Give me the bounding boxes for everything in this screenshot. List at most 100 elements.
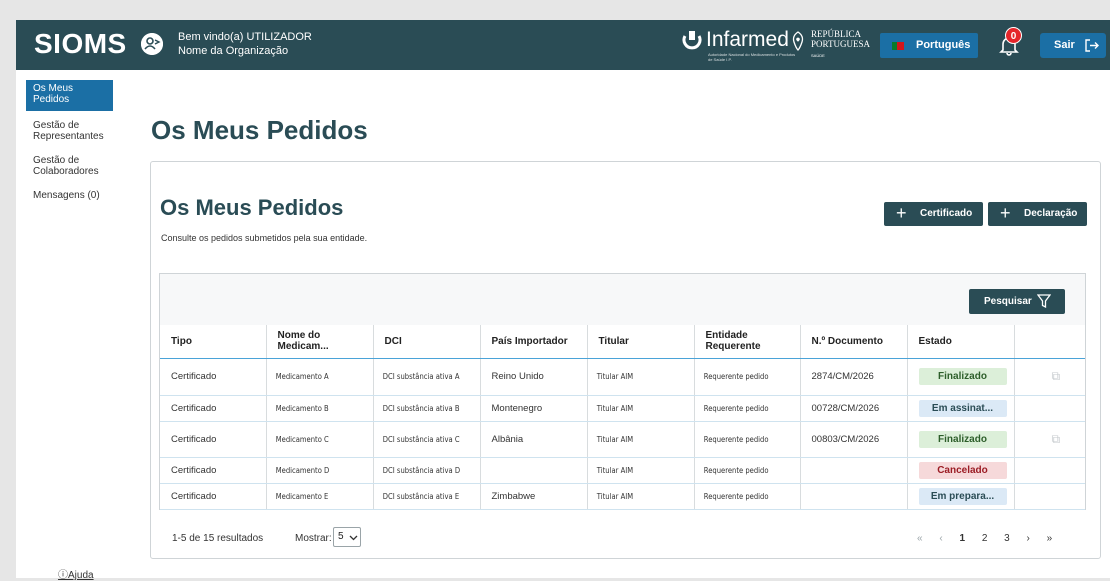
notification-count-badge: 0: [1005, 27, 1022, 44]
cell-tipo: Certificado: [160, 395, 267, 422]
status-badge: Finalizado: [918, 430, 1007, 448]
column-header-entidade[interactable]: Entidade Requerente: [694, 325, 801, 359]
cell-actions: [1014, 457, 1085, 484]
filter-icon: [1037, 294, 1051, 308]
cell-actions: [1014, 395, 1085, 422]
cell-nome: Medicamento C: [266, 421, 358, 458]
status-badge: Finalizado: [918, 368, 1007, 385]
cell-pais: Reino Unido: [480, 358, 588, 396]
language-selector[interactable]: Português: [880, 33, 978, 58]
sidebar-item-gestao-representantes[interactable]: Gestão de Representantes: [26, 117, 112, 145]
plus-icon: +: [896, 203, 907, 223]
language-label: Português: [916, 39, 971, 51]
cell-nome: Medicamento D: [266, 457, 358, 484]
copy-icon[interactable]: ⧉: [1026, 369, 1061, 383]
first-page-icon[interactable]: «: [917, 533, 923, 544]
sidebar-item-gestao-colaboradores[interactable]: Gestão de Colaboradores: [26, 152, 112, 180]
page-size-select[interactable]: 5: [333, 527, 361, 547]
cell-documento: 2874/CM/2026: [800, 358, 908, 396]
column-header-actions: [1014, 325, 1085, 359]
next-page-icon[interactable]: ›: [1027, 533, 1030, 544]
copy-icon[interactable]: ⧉: [1026, 432, 1061, 446]
user-icon[interactable]: [141, 33, 163, 55]
page-1-link[interactable]: 1: [959, 533, 965, 544]
cell-dci: DCI substância ativa C: [373, 421, 465, 458]
welcome-text: Bem vindo(a) UTILIZADOR Nome da Organiza…: [178, 30, 312, 58]
table-row[interactable]: Certificado Medicamento D DCI substância a…: [160, 457, 1085, 484]
column-header-titular[interactable]: Titular: [587, 325, 695, 359]
republica-line2: PORTUGUESA: [811, 39, 870, 49]
sidebar-item-os-meus-pedidos[interactable]: Os Meus Pedidos: [26, 80, 113, 111]
status-badge: Em prepara...: [918, 487, 1007, 505]
cell-tipo: Certificado: [160, 457, 267, 484]
infarmed-name: Infarmed: [706, 28, 789, 51]
results-count: 1-5 de 15 resultados: [172, 533, 264, 544]
search-button[interactable]: Pesquisar: [969, 289, 1065, 314]
republica-subtitle: SAÚDE: [811, 53, 825, 58]
cell-tipo: Certificado: [160, 483, 267, 510]
requests-card: Os Meus Pedidos Consulte os pedidos subm…: [150, 161, 1101, 559]
infarmed-mark-icon: [682, 31, 702, 50]
cell-dci: DCI substância ativa E: [373, 483, 465, 510]
column-header-pais[interactable]: País Importador: [480, 325, 588, 359]
cell-titular: Titular AIM: [587, 395, 679, 422]
cell-tipo: Certificado: [160, 421, 267, 458]
status-badge: Em assinat...: [918, 399, 1007, 417]
cell-estado: Finalizado: [907, 358, 1015, 396]
help-link[interactable]: ⓘAjuda: [58, 566, 94, 581]
help-label: Ajuda: [68, 570, 94, 581]
cell-actions: ⧉: [1014, 358, 1085, 396]
chevron-down-icon: [349, 535, 358, 541]
column-header-dci[interactable]: DCI: [373, 325, 481, 359]
table-header-row: Tipo Nome do Medicam... DCI País Importa…: [160, 325, 1085, 359]
page-2-link[interactable]: 2: [982, 533, 988, 544]
cell-entidade: Requerente pedido: [694, 483, 785, 510]
cell-dci: DCI substância ativa B: [373, 395, 465, 422]
logout-label: Sair: [1054, 39, 1075, 51]
cell-documento: [800, 483, 908, 510]
cell-pais: [480, 457, 588, 484]
previous-page-icon[interactable]: ‹: [939, 533, 942, 544]
cell-tipo: Certificado: [160, 358, 267, 396]
column-header-estado[interactable]: Estado: [907, 325, 1015, 359]
cell-documento: 00728/CM/2026: [800, 395, 908, 422]
cell-pais: Albânia: [480, 421, 588, 458]
search-label: Pesquisar: [984, 296, 1032, 307]
cell-nome: Medicamento E: [266, 483, 358, 510]
cell-titular: Titular AIM: [587, 483, 679, 510]
cell-estado: Em prepara...: [907, 483, 1015, 510]
cell-titular: Titular AIM: [587, 358, 679, 396]
cell-nome: Medicamento A: [266, 358, 358, 396]
card-title: Os Meus Pedidos: [160, 195, 344, 220]
last-page-icon[interactable]: »: [1047, 533, 1053, 544]
logout-icon: [1085, 39, 1099, 52]
welcome-user: Bem vindo(a) UTILIZADOR: [178, 31, 312, 43]
cell-titular: Titular AIM: [587, 457, 679, 484]
status-badge: Cancelado: [918, 461, 1007, 479]
page-size-value: 5: [338, 531, 344, 542]
sidebar-item-mensagens[interactable]: Mensagens (0): [26, 187, 112, 204]
table-row[interactable]: Certificado Medicamento B DCI substância a…: [160, 395, 1085, 422]
table-row[interactable]: Certificado Medicamento A DCI substância a…: [160, 358, 1085, 396]
page-3-link[interactable]: 3: [1004, 533, 1010, 544]
top-header: SIOMS Bem vindo(a) UTILIZADOR Nome da Or…: [16, 20, 1110, 70]
table-row[interactable]: Certificado Medicamento E DCI substância a…: [160, 483, 1085, 510]
add-declaracao-button[interactable]: + Declaração: [988, 202, 1087, 226]
cell-actions: [1014, 483, 1085, 510]
cell-nome: Medicamento B: [266, 395, 358, 422]
page-title: Os Meus Pedidos: [151, 115, 368, 145]
cell-titular: Titular AIM: [587, 421, 679, 458]
republica-emblem-icon: [792, 31, 804, 51]
logout-button[interactable]: Sair: [1040, 33, 1106, 58]
table-row[interactable]: Certificado Medicamento C DCI substância a…: [160, 421, 1085, 458]
table-container: Pesquisar Tipo Nome do Medicam... DCI Pa…: [159, 273, 1086, 510]
column-header-tipo[interactable]: Tipo: [160, 325, 267, 359]
column-header-documento[interactable]: N.º Documento: [800, 325, 908, 359]
card-subtitle: Consulte os pedidos submetidos pela sua …: [161, 233, 368, 243]
app-logo[interactable]: SIOMS: [34, 28, 127, 60]
page-size-label: Mostrar:: [295, 533, 332, 544]
add-declaracao-label: Declaração: [1024, 208, 1078, 219]
cell-entidade: Requerente pedido: [694, 395, 785, 422]
column-header-nome[interactable]: Nome do Medicam...: [266, 325, 374, 359]
add-certificado-button[interactable]: + Certificado: [884, 202, 983, 226]
